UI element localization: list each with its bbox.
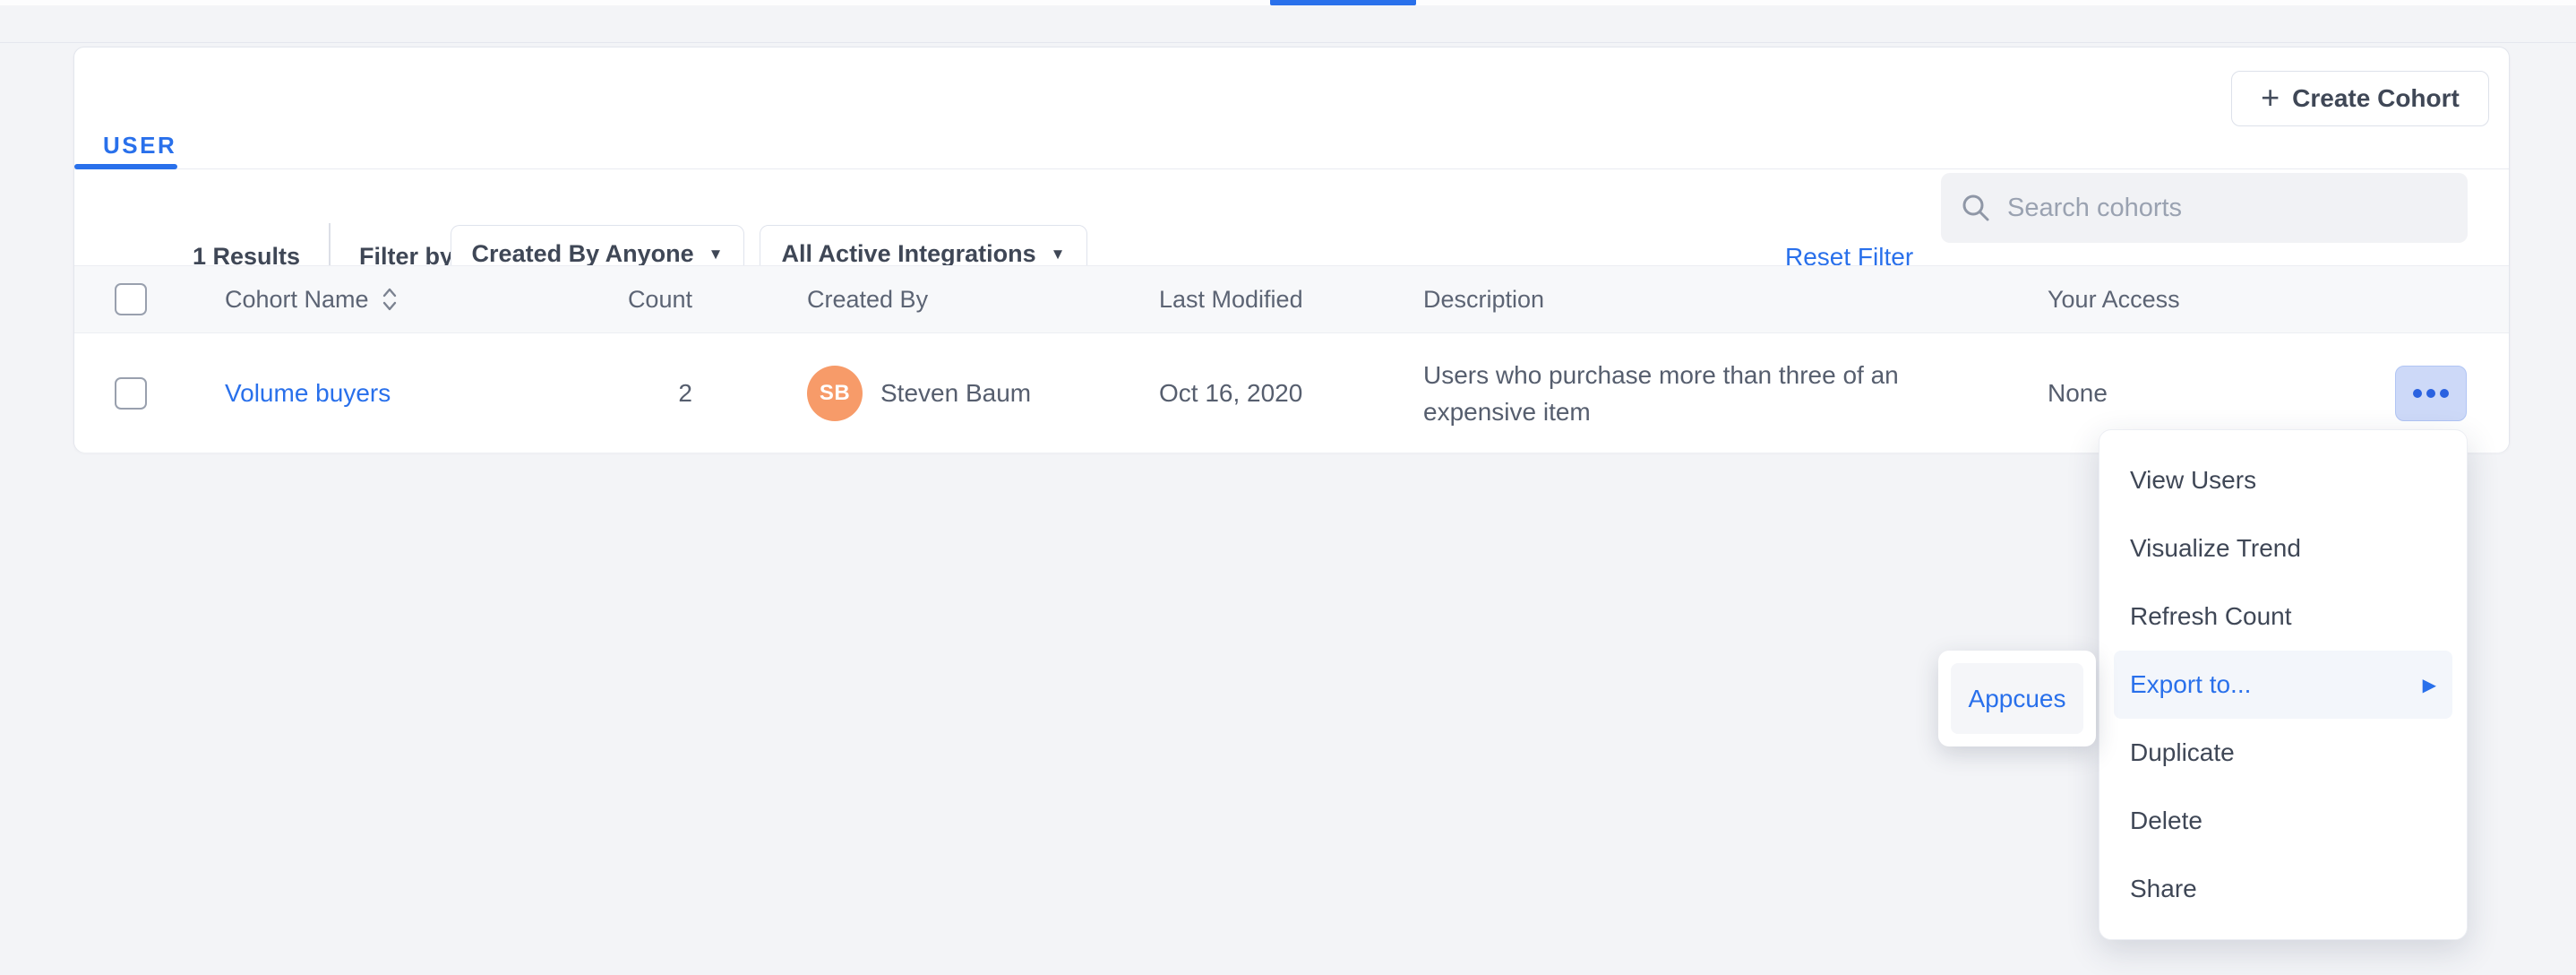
- dot-icon: [2413, 389, 2422, 398]
- plus-icon: +: [2261, 82, 2280, 114]
- last-modified-date: Oct 16, 2020: [1159, 333, 1302, 453]
- header-cohort-name[interactable]: Cohort Name: [225, 266, 399, 332]
- active-tab-indicator: [1270, 0, 1416, 5]
- export-to-submenu: Appcues: [1938, 651, 2096, 746]
- tab-bar: USER + Create Cohort: [74, 47, 2509, 169]
- dot-icon: [2440, 389, 2449, 398]
- avatar: SB: [807, 366, 863, 421]
- created-by-filter-label: Created By Anyone: [472, 240, 694, 268]
- row-actions-menu: View Users Visualize Trend Refresh Count…: [2099, 429, 2468, 940]
- row-checkbox[interactable]: [115, 377, 147, 410]
- header-count[interactable]: Count: [619, 266, 692, 332]
- menu-item-delete[interactable]: Delete: [2099, 787, 2467, 855]
- dot-icon: [2426, 389, 2435, 398]
- export-to-label: Export to...: [2130, 670, 2251, 699]
- menu-item-share[interactable]: Share: [2099, 855, 2467, 923]
- cohort-description: Users who purchase more than three of an…: [1423, 357, 1961, 430]
- menu-item-visualize-trend[interactable]: Visualize Trend: [2099, 514, 2467, 582]
- tab-user[interactable]: USER: [103, 132, 176, 160]
- menu-item-duplicate[interactable]: Duplicate: [2099, 719, 2467, 787]
- top-divider: [0, 42, 2576, 43]
- integrations-filter-label: All Active Integrations: [782, 240, 1036, 268]
- header-your-access[interactable]: Your Access: [2048, 266, 2180, 332]
- submenu-arrow-icon: ▶: [2423, 674, 2436, 696]
- cohort-name-link[interactable]: Volume buyers: [225, 379, 391, 408]
- caret-down-icon: ▼: [1051, 246, 1066, 263]
- search-cohorts-box[interactable]: [1941, 173, 2468, 243]
- menu-item-export-to[interactable]: Export to... ▶: [2114, 651, 2452, 719]
- cohort-count: 2: [619, 333, 692, 453]
- table-header-row: Cohort Name Count Created By Last Modifi…: [74, 265, 2509, 333]
- select-all-checkbox[interactable]: [115, 283, 147, 315]
- sort-icon[interactable]: [380, 284, 399, 315]
- tab-user-underline: [74, 164, 177, 169]
- row-actions-button[interactable]: [2395, 366, 2467, 421]
- header-last-modified[interactable]: Last Modified: [1159, 266, 1303, 332]
- menu-item-refresh-count[interactable]: Refresh Count: [2099, 582, 2467, 651]
- created-by-name: Steven Baum: [880, 379, 1031, 408]
- cohorts-card: USER + Create Cohort 1 Results Filter by…: [73, 47, 2510, 453]
- create-cohort-label: Create Cohort: [2292, 84, 2460, 113]
- search-icon: [1961, 193, 1991, 223]
- caret-down-icon: ▼: [708, 246, 724, 263]
- header-description[interactable]: Description: [1423, 266, 1961, 332]
- menu-item-view-users[interactable]: View Users: [2099, 446, 2467, 514]
- access-value: None: [2048, 333, 2108, 453]
- header-created-by[interactable]: Created By: [807, 266, 928, 332]
- search-cohorts-input[interactable]: [2007, 194, 2448, 223]
- submenu-item-appcues[interactable]: Appcues: [1951, 663, 2083, 734]
- create-cohort-button[interactable]: + Create Cohort: [2231, 71, 2489, 126]
